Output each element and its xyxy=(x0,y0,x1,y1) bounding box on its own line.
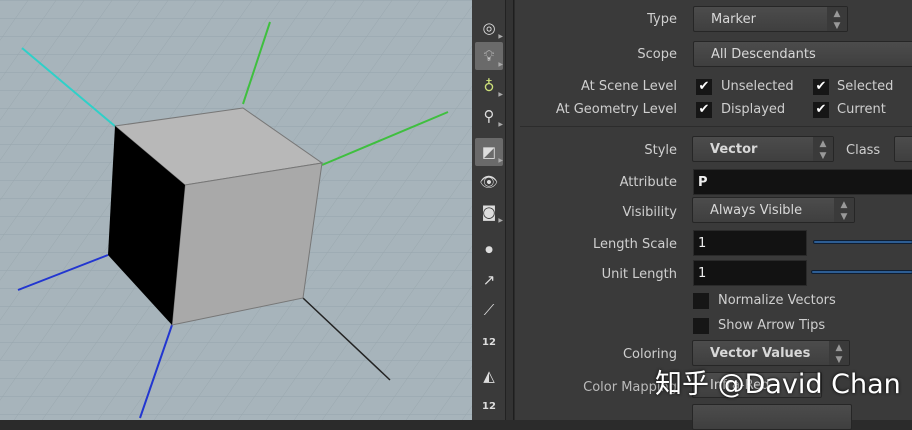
length-scale-slider[interactable] xyxy=(813,240,912,244)
show-arrow-tips-label: Show Arrow Tips xyxy=(718,318,826,333)
style-dropdown[interactable]: Vector ▲ ▼ xyxy=(692,136,834,162)
spinner-icon: ▲ ▼ xyxy=(827,7,847,31)
class-label: Class xyxy=(846,143,881,158)
visibility-eye-icon[interactable]: ◙ ▶ xyxy=(475,198,503,226)
unit-length-label: Unit Length xyxy=(601,267,677,282)
show-arrow-tips-checkbox[interactable] xyxy=(693,318,709,334)
panel-divider[interactable] xyxy=(506,0,514,420)
selected-checkbox[interactable]: ✔ xyxy=(813,79,829,95)
next-dropdown[interactable] xyxy=(692,404,852,430)
unselected-checkbox[interactable]: ✔ xyxy=(696,79,712,95)
divider xyxy=(520,126,912,127)
length-scale-label: Length Scale xyxy=(593,237,677,252)
unit-length-input[interactable]: 1 xyxy=(693,260,807,286)
ghost-eye-icon[interactable]: 👁︎ xyxy=(475,168,503,196)
attribute-input[interactable]: P xyxy=(693,169,912,195)
spinner-icon: ▲ ▼ xyxy=(813,137,833,161)
prim-normal-icon[interactable]: ◭ xyxy=(475,362,503,390)
displayed-label: Displayed xyxy=(721,102,786,117)
normalize-vectors-checkbox[interactable] xyxy=(693,293,709,309)
type-label: Type xyxy=(647,12,677,27)
spinner-icon: ▲ ▼ xyxy=(834,198,854,222)
selected-label: Selected xyxy=(837,79,894,94)
visibility-dropdown[interactable]: Always Visible ▲ ▼ xyxy=(692,197,855,223)
point-icon[interactable]: ● xyxy=(475,236,503,264)
geometry-level-label: At Geometry Level xyxy=(555,102,677,117)
prim-number-icon[interactable]: 12 xyxy=(475,392,503,420)
scene-level-label: At Scene Level xyxy=(581,79,677,94)
light-add-icon[interactable]: ♁ ▶ xyxy=(475,72,504,100)
scope-dropdown[interactable]: All Descendants xyxy=(693,41,912,67)
3d-viewport[interactable] xyxy=(0,0,472,420)
displayed-checkbox[interactable]: ✔ xyxy=(696,102,712,118)
attribute-label: Attribute xyxy=(619,175,677,190)
type-dropdown[interactable]: Marker ▲ ▼ xyxy=(693,6,848,32)
vector-icon[interactable]: ⟋ xyxy=(475,296,503,324)
current-label: Current xyxy=(837,102,886,117)
viewport-scene xyxy=(0,0,472,420)
unit-length-slider[interactable] xyxy=(811,270,912,274)
marker-options-panel: Type Marker ▲ ▼ Scope All Descendants At S… xyxy=(515,0,912,430)
coloring-label: Coloring xyxy=(622,347,677,362)
light-ground-icon[interactable]: ⚲ ▶ xyxy=(475,102,504,130)
unselected-label: Unselected xyxy=(721,79,794,94)
class-dropdown[interactable] xyxy=(894,136,912,162)
watermark: 知乎 @David Chan xyxy=(655,369,901,400)
light-bulb-icon[interactable]: 💡︎ ▶ xyxy=(475,42,503,70)
scope-label: Scope xyxy=(637,47,677,62)
visibility-label: Visibility xyxy=(622,205,677,220)
current-checkbox[interactable]: ✔ xyxy=(813,102,829,118)
display-toolbar: ◎ ▶ 💡︎ ▶ ♁ ▶ ⚲ ▶ ◩ ▶ 👁︎ ◙ ▶ ● ↗ ⟋ 12 ◭ 12 xyxy=(472,0,506,420)
style-label: Style xyxy=(644,143,677,158)
length-scale-input[interactable]: 1 xyxy=(693,230,807,256)
shading-cube-icon[interactable]: ◩ ▶ xyxy=(475,138,503,166)
point-normal-icon[interactable]: ↗ xyxy=(475,266,503,294)
point-number-icon[interactable]: 12 xyxy=(475,328,503,356)
light-ring-icon[interactable]: ◎ ▶ xyxy=(475,14,503,42)
normalize-vectors-label: Normalize Vectors xyxy=(718,293,836,308)
